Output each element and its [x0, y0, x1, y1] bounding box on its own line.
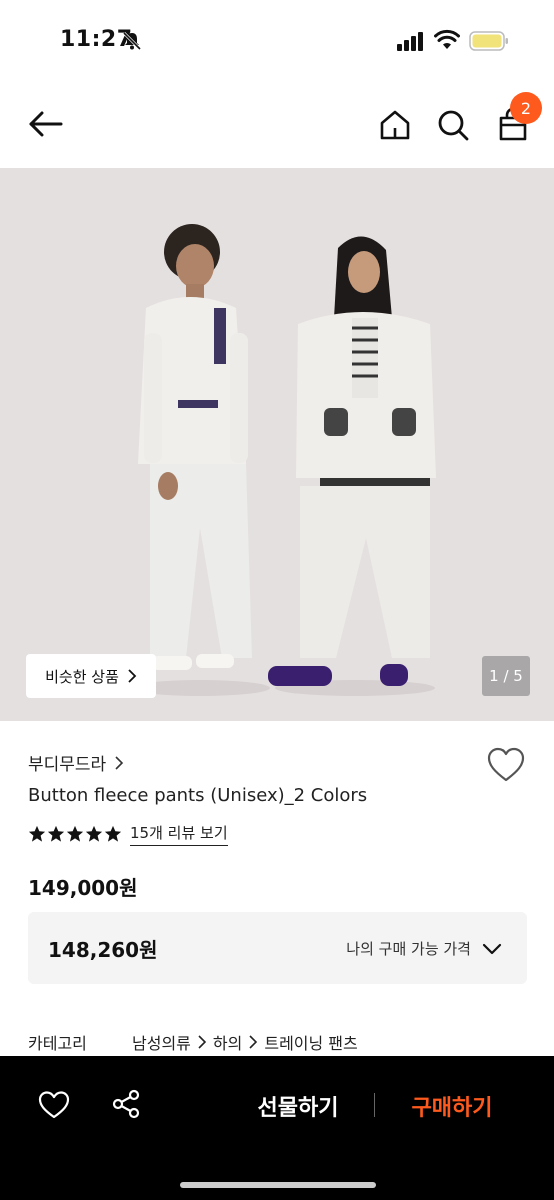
similar-products-label: 비슷한 상품 [45, 667, 119, 686]
similar-products-button[interactable]: 비슷한 상품 [26, 654, 156, 698]
product-image[interactable]: 비슷한 상품 1 / 5 [0, 168, 554, 721]
image-page-indicator: 1 / 5 [482, 656, 530, 696]
wishlist-heart-icon[interactable] [486, 746, 526, 784]
top-nav-bar: 2 [0, 90, 554, 166]
brand-link[interactable]: 부디무드라 [28, 750, 124, 775]
brand-name: 부디무드라 [28, 755, 107, 775]
search-icon[interactable] [436, 108, 470, 142]
my-price-label: 나의 구매 가능 가격 [346, 940, 471, 958]
buy-button[interactable]: 구매하기 [392, 1086, 512, 1126]
share-icon[interactable] [110, 1088, 142, 1120]
chevron-right-icon [128, 669, 137, 683]
chevron-right-icon [115, 755, 124, 770]
category-breadcrumb: 남성의류 하의 트레이닝 팬츠 [132, 1030, 358, 1054]
category-crumb[interactable]: 남성의류 [132, 1030, 191, 1054]
my-price-value: 148,260원 [48, 938, 158, 962]
category-crumb[interactable]: 트레이닝 팬츠 [264, 1030, 357, 1054]
star-icon [104, 825, 122, 842]
review-link[interactable]: 15개 리뷰 보기 [130, 822, 228, 846]
bell-slash-icon [122, 31, 142, 51]
my-price-box[interactable]: 148,260원 나의 구매 가능 가격 [28, 912, 527, 984]
rating-row: 15개 리뷰 보기 [28, 822, 228, 846]
cellular-signal-icon [397, 32, 423, 51]
star-icon [66, 825, 84, 842]
back-arrow-icon[interactable] [28, 106, 64, 142]
star-rating [28, 825, 122, 843]
wifi-icon [434, 29, 460, 49]
star-icon [47, 825, 65, 842]
category-label: 카테고리 [28, 1034, 87, 1053]
models-photo [130, 224, 436, 696]
category-row: 카테고리 남성의류 하의 트레이닝 팬츠 [28, 1030, 358, 1054]
like-heart-icon[interactable] [38, 1090, 70, 1120]
bottom-action-bar: 선물하기 구매하기 [0, 1056, 554, 1200]
product-name: Button fleece pants (Unisex)_2 Colors [28, 785, 368, 806]
chevron-right-icon [249, 1035, 258, 1049]
chevron-right-icon [198, 1035, 207, 1049]
product-price: 149,000원 [28, 876, 138, 900]
star-icon [28, 825, 46, 842]
status-bar: 11:27 [0, 0, 554, 84]
chevron-down-icon [482, 943, 502, 955]
star-icon [85, 825, 103, 842]
cart-count-badge: 2 [510, 92, 542, 124]
home-indicator [180, 1182, 376, 1188]
divider [374, 1093, 375, 1117]
category-crumb[interactable]: 하의 [213, 1030, 242, 1054]
battery-icon [469, 31, 508, 51]
home-icon[interactable] [378, 108, 412, 142]
gift-button[interactable]: 선물하기 [238, 1086, 358, 1126]
